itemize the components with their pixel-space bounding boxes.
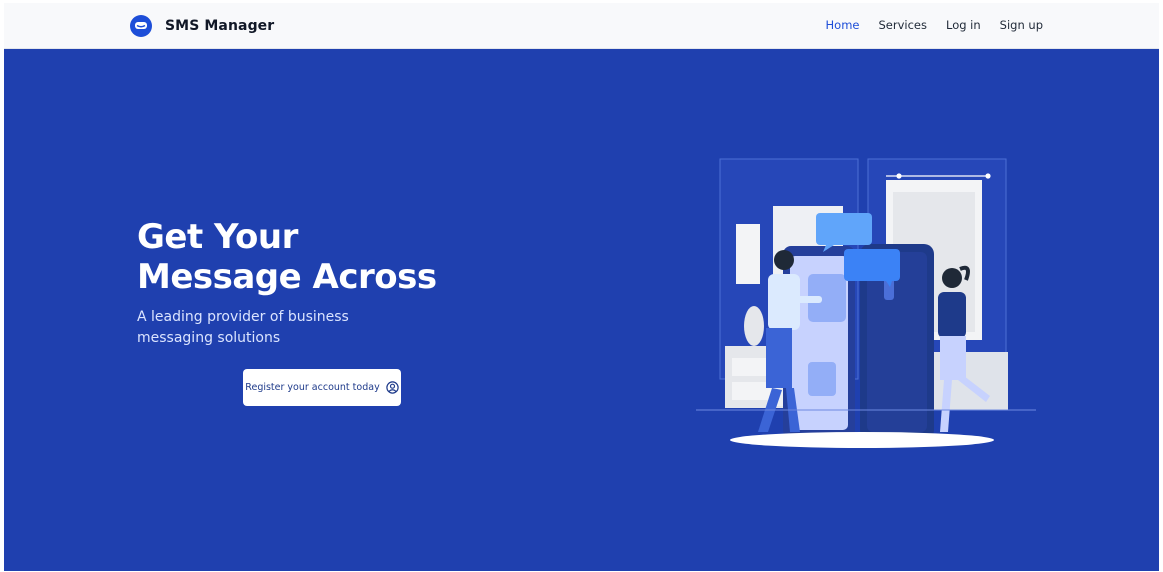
page-margin-right: [1159, 0, 1163, 572]
nav-link-signup[interactable]: Sign up: [1000, 18, 1043, 32]
hero-title: Get Your Message Across: [137, 217, 457, 297]
nav-link-services[interactable]: Services: [878, 18, 927, 32]
nav-links: Home Services Log in Sign up: [807, 18, 1043, 32]
brand[interactable]: SMS Manager: [130, 12, 274, 40]
hero-title-line-1: Get Your: [137, 217, 298, 257]
register-button-label: Register your account today: [245, 382, 380, 393]
nav-link-login[interactable]: Log in: [946, 18, 981, 32]
user-circle-icon: [386, 381, 399, 394]
hero-subtitle: A leading provider of business messaging…: [137, 309, 349, 346]
brand-name: SMS Manager: [165, 18, 275, 34]
messaging-illustration: [696, 158, 1036, 448]
hero-section: Get Your Message Across A leading provid…: [4, 49, 1159, 571]
hero-title-line-2: Message Across: [137, 257, 437, 297]
top-navbar: SMS Manager Home Services Log in Sign up: [4, 3, 1159, 49]
nav-link-home[interactable]: Home: [826, 18, 860, 32]
register-button[interactable]: Register your account today: [243, 369, 401, 406]
chat-bubble-icon: [130, 15, 152, 37]
